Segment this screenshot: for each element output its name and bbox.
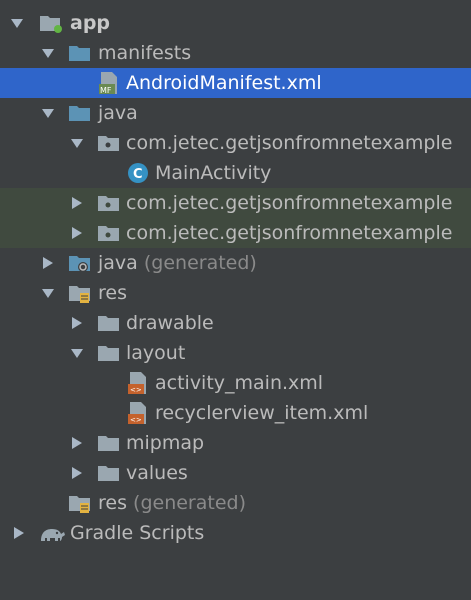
chevron-right-icon[interactable] — [70, 188, 84, 218]
folder-icon — [97, 341, 121, 365]
layout-file-icon: <> — [126, 401, 150, 425]
tree-node-layout[interactable]: layout — [0, 338, 471, 368]
module-folder-icon — [39, 11, 63, 35]
tree-node-label: java (generated) — [98, 252, 257, 274]
manifest-file-icon: MF — [97, 71, 121, 95]
tree-node-values[interactable]: values — [0, 458, 471, 488]
generated-java-folder-icon — [68, 251, 92, 275]
folder-icon — [68, 101, 92, 125]
tree-node-package-android-test[interactable]: com.jetec.getjsonfromnetexample — [0, 188, 471, 218]
svg-text:<>: <> — [130, 386, 142, 394]
layout-file-icon: <> — [126, 371, 150, 395]
tree-node-label: java — [98, 102, 138, 124]
chevron-down-icon[interactable] — [70, 338, 84, 368]
tree-node-label: com.jetec.getjsonfromnetexample — [126, 132, 453, 154]
gradle-elephant-icon — [38, 521, 66, 545]
chevron-right-icon[interactable] — [70, 308, 84, 338]
folder-icon — [68, 41, 92, 65]
svg-text:<>: <> — [130, 416, 142, 424]
svg-text:MF: MF — [100, 86, 112, 95]
tree-node-activity-main[interactable]: <> activity_main.xml — [0, 368, 471, 398]
tree-node-label: res (generated) — [98, 492, 246, 514]
tree-node-java-generated[interactable]: java (generated) — [0, 248, 471, 278]
tree-node-label: activity_main.xml — [155, 372, 324, 394]
tree-node-label: drawable — [126, 312, 214, 334]
chevron-down-icon[interactable] — [41, 38, 55, 68]
folder-icon — [97, 431, 121, 455]
tree-node-manifests[interactable]: manifests — [0, 38, 471, 68]
generated-suffix: (generated) — [133, 492, 246, 514]
tree-node-label: MainActivity — [155, 162, 272, 184]
tree-node-label: com.jetec.getjsonfromnetexample — [126, 222, 453, 244]
package-icon — [97, 221, 121, 245]
chevron-down-icon[interactable] — [70, 128, 84, 158]
tree-node-label: Gradle Scripts — [70, 522, 205, 544]
chevron-right-icon[interactable] — [70, 428, 84, 458]
folder-icon — [97, 461, 121, 485]
folder-icon — [97, 311, 121, 335]
tree-node-label: manifests — [98, 42, 192, 64]
tree-node-package-main[interactable]: com.jetec.getjsonfromnetexample — [0, 128, 471, 158]
package-icon — [97, 131, 121, 155]
chevron-right-icon[interactable] — [70, 218, 84, 248]
tree-node-app[interactable]: app — [0, 8, 471, 38]
tree-node-recyclerview-item[interactable]: <> recyclerview_item.xml — [0, 398, 471, 428]
tree-node-android-manifest[interactable]: MF AndroidManifest.xml — [0, 68, 471, 98]
tree-node-label: layout — [126, 342, 186, 364]
class-icon: C — [126, 161, 150, 185]
tree-node-res[interactable]: res — [0, 278, 471, 308]
package-icon — [97, 191, 121, 215]
chevron-right-icon[interactable] — [41, 248, 55, 278]
resource-folder-icon — [68, 491, 92, 515]
chevron-right-icon[interactable] — [12, 518, 26, 548]
generated-suffix: (generated) — [143, 252, 257, 274]
resource-folder-icon — [68, 281, 92, 305]
svg-text:C: C — [133, 167, 143, 182]
chevron-right-icon[interactable] — [70, 458, 84, 488]
tree-node-package-test[interactable]: com.jetec.getjsonfromnetexample — [0, 218, 471, 248]
chevron-down-icon[interactable] — [41, 278, 55, 308]
tree-node-label: app — [70, 12, 111, 34]
tree-node-main-activity[interactable]: C MainActivity — [0, 158, 471, 188]
tree-node-label: recyclerview_item.xml — [155, 402, 369, 424]
tree-node-java[interactable]: java — [0, 98, 471, 128]
tree-node-gradle-scripts[interactable]: Gradle Scripts — [0, 518, 471, 548]
tree-node-mipmap[interactable]: mipmap — [0, 428, 471, 458]
tree-node-label: AndroidManifest.xml — [126, 72, 322, 94]
tree-node-res-generated[interactable]: res (generated) — [0, 488, 471, 518]
tree-node-label: com.jetec.getjsonfromnetexample — [126, 192, 453, 214]
chevron-down-icon[interactable] — [10, 8, 24, 38]
tree-node-drawable[interactable]: drawable — [0, 308, 471, 338]
tree-node-label: values — [126, 462, 188, 484]
chevron-down-icon[interactable] — [41, 98, 55, 128]
tree-node-label: res — [98, 282, 127, 304]
tree-node-label: mipmap — [126, 432, 205, 454]
